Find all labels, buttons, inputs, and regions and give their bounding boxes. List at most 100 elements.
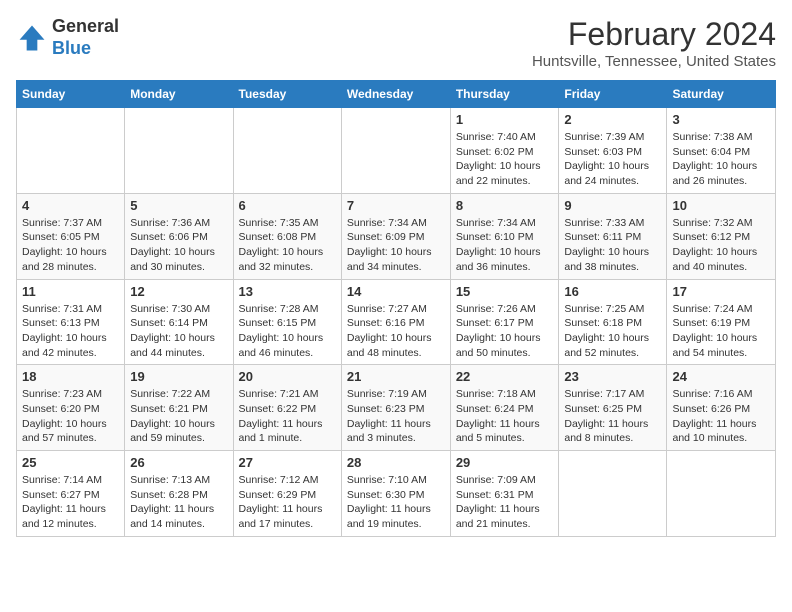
calendar-week-3: 11 Sunrise: 7:31 AM Sunset: 6:13 PM Dayli… [17,279,776,365]
title-section: February 2024 Huntsville, Tennessee, Uni… [532,16,776,70]
cell-info: Sunrise: 7:26 AM Sunset: 6:17 PM Dayligh… [456,302,554,361]
cell-info: Sunrise: 7:13 AM Sunset: 6:28 PM Dayligh… [130,473,227,532]
cell-info: Sunrise: 7:38 AM Sunset: 6:04 PM Dayligh… [672,130,770,189]
cell-info: Sunrise: 7:16 AM Sunset: 6:26 PM Dayligh… [672,387,770,446]
cell-day-number: 19 [130,369,227,384]
calendar-cell: 13 Sunrise: 7:28 AM Sunset: 6:15 PM Dayli… [233,279,341,365]
calendar-cell [667,451,776,537]
calendar-cell: 12 Sunrise: 7:30 AM Sunset: 6:14 PM Dayli… [125,279,233,365]
cell-day-number: 2 [564,112,661,127]
cell-day-number: 22 [456,369,554,384]
calendar-cell [17,108,125,194]
logo-text: General Blue [52,16,119,59]
cell-day-number: 1 [456,112,554,127]
calendar-cell: 19Sunrise: 7:22 AM Sunset: 6:21 PM Dayli… [125,365,233,451]
calendar-cell: 18 Sunrise: 7:23 AM Sunset: 6:20 PM Dayli… [17,365,125,451]
cell-day-number: 20 [239,369,336,384]
cell-day-number: 21 [347,369,445,384]
cell-info: Sunrise: 7:25 AM Sunset: 6:18 PM Dayligh… [564,302,661,361]
calendar-cell: 9Sunrise: 7:33 AM Sunset: 6:11 PM Daylig… [559,193,667,279]
calendar-cell: 29Sunrise: 7:09 AM Sunset: 6:31 PM Dayli… [450,451,559,537]
calendar-cell: 11 Sunrise: 7:31 AM Sunset: 6:13 PM Dayli… [17,279,125,365]
calendar-week-1: 1Sunrise: 7:40 AM Sunset: 6:02 PM Daylig… [17,108,776,194]
cell-info: Sunrise: 7:37 AM Sunset: 6:05 PM Dayligh… [22,216,119,275]
cell-info: Sunrise: 7:32 AM Sunset: 6:12 PM Dayligh… [672,216,770,275]
calendar-cell: 25 Sunrise: 7:14 AM Sunset: 6:27 PM Dayli… [17,451,125,537]
cell-day-number: 8 [456,198,554,213]
cell-day-number: 16 [564,284,661,299]
cell-info: Sunrise: 7:24 AM Sunset: 6:19 PM Dayligh… [672,302,770,361]
col-header-sunday: Sunday [17,81,125,108]
calendar-cell: 15 Sunrise: 7:26 AM Sunset: 6:17 PM Dayli… [450,279,559,365]
cell-info: Sunrise: 7:21 AM Sunset: 6:22 PM Dayligh… [239,387,336,446]
cell-day-number: 26 [130,455,227,470]
cell-info: Sunrise: 7:35 AM Sunset: 6:08 PM Dayligh… [239,216,336,275]
cell-day-number: 10 [672,198,770,213]
calendar-cell: 22 Sunrise: 7:18 AM Sunset: 6:24 PM Dayli… [450,365,559,451]
calendar-cell [125,108,233,194]
col-header-friday: Friday [559,81,667,108]
calendar-cell: 10 Sunrise: 7:32 AM Sunset: 6:12 PM Dayli… [667,193,776,279]
calendar-cell: 1Sunrise: 7:40 AM Sunset: 6:02 PM Daylig… [450,108,559,194]
calendar-cell: 17 Sunrise: 7:24 AM Sunset: 6:19 PM Dayli… [667,279,776,365]
calendar-cell: 4 Sunrise: 7:37 AM Sunset: 6:05 PM Daylig… [17,193,125,279]
cell-info: Sunrise: 7:23 AM Sunset: 6:20 PM Dayligh… [22,387,119,446]
col-header-monday: Monday [125,81,233,108]
calendar-cell: 7 Sunrise: 7:34 AM Sunset: 6:09 PM Daylig… [341,193,450,279]
logo-general: General [52,16,119,38]
calendar-week-2: 4 Sunrise: 7:37 AM Sunset: 6:05 PM Daylig… [17,193,776,279]
calendar-cell: 8 Sunrise: 7:34 AM Sunset: 6:10 PM Daylig… [450,193,559,279]
calendar-cell: 20 Sunrise: 7:21 AM Sunset: 6:22 PM Dayli… [233,365,341,451]
cell-info: Sunrise: 7:39 AM Sunset: 6:03 PM Dayligh… [564,130,661,189]
cell-day-number: 24 [672,369,770,384]
calendar-cell: 5 Sunrise: 7:36 AM Sunset: 6:06 PM Daylig… [125,193,233,279]
cell-info: Sunrise: 7:14 AM Sunset: 6:27 PM Dayligh… [22,473,119,532]
cell-info: Sunrise: 7:17 AM Sunset: 6:25 PM Dayligh… [564,387,661,446]
calendar-cell [233,108,341,194]
calendar-cell: 28Sunrise: 7:10 AM Sunset: 6:30 PM Dayli… [341,451,450,537]
col-header-tuesday: Tuesday [233,81,341,108]
calendar-week-5: 25 Sunrise: 7:14 AM Sunset: 6:27 PM Dayli… [17,451,776,537]
cell-day-number: 5 [130,198,227,213]
calendar-cell: 21 Sunrise: 7:19 AM Sunset: 6:23 PM Dayli… [341,365,450,451]
logo-blue: Blue [52,38,119,60]
calendar-header-row: SundayMondayTuesdayWednesdayThursdayFrid… [17,81,776,108]
cell-info: Sunrise: 7:34 AM Sunset: 6:09 PM Dayligh… [347,216,445,275]
logo-icon [16,22,48,54]
cell-info: Sunrise: 7:34 AM Sunset: 6:10 PM Dayligh… [456,216,554,275]
cell-day-number: 3 [672,112,770,127]
header: General Blue February 2024 Huntsville, T… [16,16,776,70]
calendar-cell: 26 Sunrise: 7:13 AM Sunset: 6:28 PM Dayli… [125,451,233,537]
calendar-cell: 16 Sunrise: 7:25 AM Sunset: 6:18 PM Dayli… [559,279,667,365]
cell-day-number: 25 [22,455,119,470]
cell-day-number: 12 [130,284,227,299]
calendar-cell: 14 Sunrise: 7:27 AM Sunset: 6:16 PM Dayli… [341,279,450,365]
calendar-cell [559,451,667,537]
cell-day-number: 28 [347,455,445,470]
cell-info: Sunrise: 7:36 AM Sunset: 6:06 PM Dayligh… [130,216,227,275]
cell-day-number: 15 [456,284,554,299]
cell-info: Sunrise: 7:12 AM Sunset: 6:29 PM Dayligh… [239,473,336,532]
cell-info: Sunrise: 7:28 AM Sunset: 6:15 PM Dayligh… [239,302,336,361]
cell-day-number: 7 [347,198,445,213]
cell-info: Sunrise: 7:31 AM Sunset: 6:13 PM Dayligh… [22,302,119,361]
calendar-cell: 6Sunrise: 7:35 AM Sunset: 6:08 PM Daylig… [233,193,341,279]
cell-day-number: 14 [347,284,445,299]
cell-info: Sunrise: 7:30 AM Sunset: 6:14 PM Dayligh… [130,302,227,361]
cell-day-number: 17 [672,284,770,299]
logo: General Blue [16,16,119,59]
page-container: General Blue February 2024 Huntsville, T… [16,16,776,537]
calendar-cell: 24 Sunrise: 7:16 AM Sunset: 6:26 PM Dayli… [667,365,776,451]
subtitle: Huntsville, Tennessee, United States [532,53,776,70]
cell-day-number: 18 [22,369,119,384]
col-header-saturday: Saturday [667,81,776,108]
cell-day-number: 13 [239,284,336,299]
cell-day-number: 27 [239,455,336,470]
cell-info: Sunrise: 7:18 AM Sunset: 6:24 PM Dayligh… [456,387,554,446]
cell-day-number: 11 [22,284,119,299]
cell-info: Sunrise: 7:27 AM Sunset: 6:16 PM Dayligh… [347,302,445,361]
calendar-cell: 23Sunrise: 7:17 AM Sunset: 6:25 PM Dayli… [559,365,667,451]
cell-info: Sunrise: 7:19 AM Sunset: 6:23 PM Dayligh… [347,387,445,446]
cell-day-number: 4 [22,198,119,213]
col-header-wednesday: Wednesday [341,81,450,108]
